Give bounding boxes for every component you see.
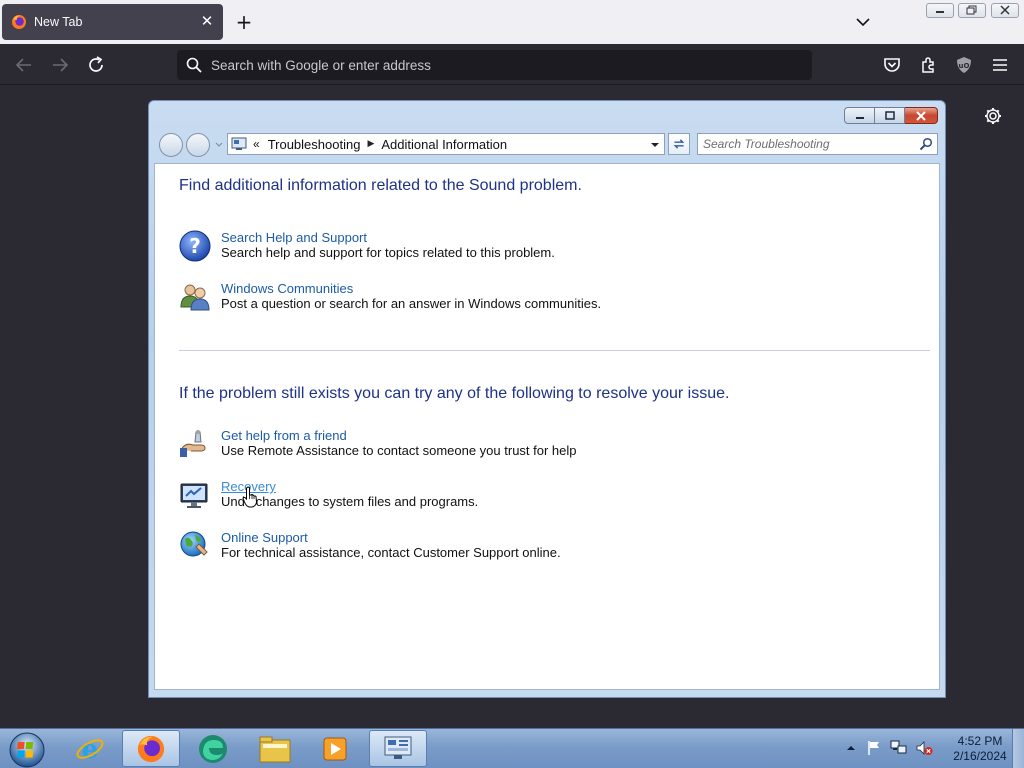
host-restore-button[interactable] xyxy=(958,3,986,18)
clock-time: 4:52 PM xyxy=(957,734,1003,748)
svg-text:uO: uO xyxy=(959,62,970,70)
close-tab-icon[interactable]: ✕ xyxy=(199,13,215,29)
taskbar-clock[interactable]: 4:52 PM 2/16/2024 xyxy=(942,734,1018,764)
list-tabs-chevron-icon[interactable] xyxy=(853,12,873,32)
content-pane: Find additional information related to t… xyxy=(154,163,940,690)
recovery-monitor-icon xyxy=(180,483,208,508)
taskbar-firefox[interactable] xyxy=(122,730,180,767)
taskbar-edge[interactable] xyxy=(184,730,242,767)
chevron-down-icon[interactable] xyxy=(648,136,662,152)
task-search-help-support[interactable]: ? Search Help and Support Search help an… xyxy=(179,230,879,264)
host-minimize-button[interactable] xyxy=(926,3,954,18)
firefox-icon xyxy=(137,735,165,762)
control-panel-icon xyxy=(231,137,247,150)
people-community-icon xyxy=(180,284,210,311)
ublock-shield-icon[interactable]: uO xyxy=(953,54,975,76)
gear-icon[interactable] xyxy=(983,106,1003,126)
volume-muted-icon[interactable] xyxy=(915,740,933,756)
online-support-desc: For technical assistance, contact Custom… xyxy=(221,545,561,560)
firefox-icon xyxy=(12,15,26,29)
browser-content: « Troubleshooting ▶ Additional Informati… xyxy=(0,85,1024,728)
search-icon xyxy=(186,57,202,73)
explorer-nav-row: « Troubleshooting ▶ Additional Informati… xyxy=(156,131,940,159)
taskbar-media-player[interactable] xyxy=(306,730,364,767)
maximize-button[interactable] xyxy=(875,107,905,124)
window-controls xyxy=(844,107,938,125)
browser-tab-new-tab[interactable]: New Tab ✕ xyxy=(2,4,223,40)
heading-additional-info: Find additional information related to t… xyxy=(179,177,582,194)
new-tab-button[interactable]: + xyxy=(233,11,255,33)
browser-tab-bar: New Tab ✕ + xyxy=(0,0,1024,44)
search-help-support-link[interactable]: Search Help and Support xyxy=(221,230,367,245)
breadcrumb-additional-information[interactable]: Additional Information xyxy=(381,137,507,152)
back-arrow-icon[interactable] xyxy=(13,54,35,76)
reload-icon[interactable] xyxy=(85,54,107,76)
minimize-button[interactable] xyxy=(844,107,875,124)
taskbar-control-panel[interactable] xyxy=(369,730,427,767)
windows-communities-link[interactable]: Windows Communities xyxy=(221,281,353,296)
maximize-icon xyxy=(884,110,895,120)
breadcrumb-overflow[interactable]: « xyxy=(253,137,260,151)
network-icon[interactable] xyxy=(890,740,908,756)
close-icon xyxy=(916,110,926,121)
start-orb-icon[interactable] xyxy=(6,730,46,768)
forward-arrow-icon[interactable] xyxy=(49,54,71,76)
edge-icon xyxy=(199,734,227,763)
section-divider xyxy=(179,350,930,351)
show-desktop-button[interactable] xyxy=(1012,729,1024,768)
refresh-icon[interactable] xyxy=(668,133,690,155)
minimize-icon xyxy=(936,11,944,13)
task-recovery[interactable]: Recovery Undo changes to system files an… xyxy=(179,479,879,513)
online-support-link[interactable]: Online Support xyxy=(221,530,308,545)
search-icon[interactable] xyxy=(919,137,933,151)
windows-taskbar: e 4:52 PM 2/16/2024 xyxy=(0,728,1024,768)
address-bar[interactable] xyxy=(177,50,812,80)
show-hidden-icons-chevron-up-icon[interactable] xyxy=(846,743,856,753)
get-help-friend-link[interactable]: Get help from a friend xyxy=(221,428,347,443)
breadcrumb-separator-icon[interactable]: ▶ xyxy=(367,139,374,149)
close-button[interactable] xyxy=(905,107,938,124)
system-tray: 4:52 PM 2/16/2024 xyxy=(842,729,1024,768)
extensions-puzzle-icon[interactable] xyxy=(918,54,940,76)
taskbar-internet-explorer[interactable]: e xyxy=(61,730,119,767)
task-online-support[interactable]: Online Support For technical assistance,… xyxy=(179,530,879,564)
browser-toolbar: uO xyxy=(0,44,1024,85)
host-close-button[interactable] xyxy=(991,3,1019,18)
breadcrumb-troubleshooting[interactable]: Troubleshooting xyxy=(268,137,361,152)
minimize-icon xyxy=(855,116,864,119)
remote-assistance-icon xyxy=(180,430,206,457)
troubleshooting-window: « Troubleshooting ▶ Additional Informati… xyxy=(148,100,946,698)
restore-icon xyxy=(966,5,977,15)
close-icon xyxy=(1000,5,1010,15)
action-center-flag-icon[interactable] xyxy=(866,740,882,756)
menu-hamburger-icon[interactable] xyxy=(989,54,1011,76)
internet-explorer-icon: e xyxy=(76,735,104,765)
media-player-icon xyxy=(323,737,347,760)
pocket-icon[interactable] xyxy=(881,54,903,76)
hand-cursor-icon xyxy=(242,486,258,508)
recovery-desc: Undo changes to system files and program… xyxy=(221,494,479,509)
task-get-help-friend[interactable]: Get help from a friend Use Remote Assist… xyxy=(179,428,879,462)
globe-support-icon xyxy=(180,531,208,557)
tab-title: New Tab xyxy=(34,15,83,29)
clock-date: 2/16/2024 xyxy=(953,749,1007,763)
help-question-icon: ? xyxy=(179,230,211,262)
control-panel-icon xyxy=(384,736,412,759)
search-help-support-desc: Search help and support for topics relat… xyxy=(221,245,555,260)
task-windows-communities[interactable]: Windows Communities Post a question or s… xyxy=(179,281,879,315)
svg-text:?: ? xyxy=(189,234,201,258)
explorer-address-bar[interactable]: « Troubleshooting ▶ Additional Informati… xyxy=(227,133,665,155)
explorer-search-box[interactable] xyxy=(697,133,938,155)
windows-communities-desc: Post a question or search for an answer … xyxy=(221,296,602,311)
address-input[interactable] xyxy=(211,57,791,73)
explorer-search-input[interactable] xyxy=(703,137,913,151)
heading-try-following: If the problem still exists you can try … xyxy=(179,385,730,402)
get-help-friend-desc: Use Remote Assistance to contact someone… xyxy=(221,443,577,458)
folder-icon xyxy=(259,736,291,762)
taskbar-file-explorer[interactable] xyxy=(246,730,304,767)
back-forward-buttons[interactable] xyxy=(157,132,227,158)
